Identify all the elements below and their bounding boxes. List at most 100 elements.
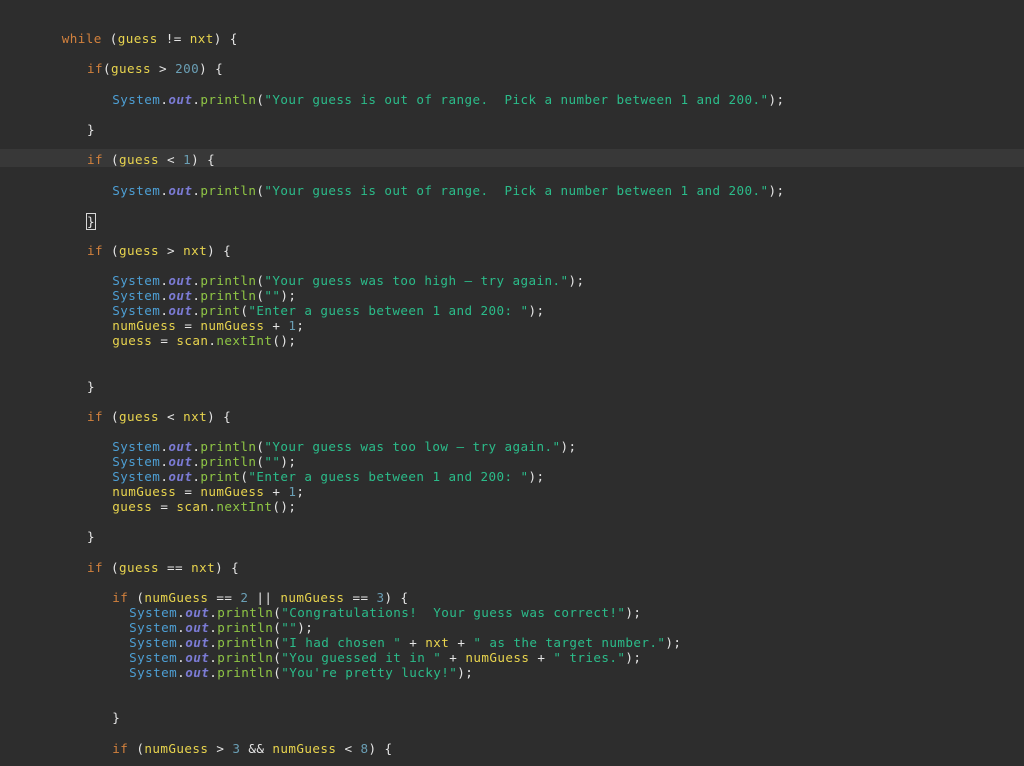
- token-keyword: if: [112, 590, 129, 605]
- token-var: scan: [176, 499, 209, 514]
- token-var: nxt: [189, 31, 214, 46]
- token-var: numGuess: [200, 484, 265, 499]
- token-var: nxt: [191, 560, 216, 575]
- code-line[interactable]: System.out.println("Congratulations! You…: [0, 605, 1024, 620]
- token-punct: ();: [272, 333, 297, 348]
- token-plain: (: [103, 152, 120, 167]
- code-line[interactable]: }: [0, 122, 1024, 137]
- code-line[interactable]: if (guess < 1) {: [0, 152, 1024, 167]
- token-var: guess: [112, 499, 153, 514]
- token-keyword: if: [87, 560, 104, 575]
- token-string: "Your guess is out of range. Pick a numb…: [264, 183, 769, 198]
- token-punct: );: [768, 183, 785, 198]
- code-line[interactable]: }: [0, 710, 1024, 725]
- token-var: numGuess: [112, 318, 177, 333]
- code-line[interactable]: System.out.println("Your guess is out of…: [0, 92, 1024, 107]
- token-var: numGuess: [280, 590, 345, 605]
- token-plain: }: [87, 379, 96, 394]
- token-var: guess: [119, 560, 160, 575]
- token-class: System: [129, 605, 178, 620]
- token-var: scan: [176, 333, 209, 348]
- token-plain: ) {: [368, 741, 393, 756]
- code-line[interactable]: numGuess = numGuess + 1;: [0, 484, 1024, 499]
- token-plain: ) {: [215, 560, 240, 575]
- token-var: guess: [119, 243, 160, 258]
- token-op: +: [529, 650, 554, 665]
- token-var: guess: [119, 409, 160, 424]
- token-method: nextInt: [216, 499, 273, 514]
- token-class: System: [112, 439, 161, 454]
- code-line[interactable]: System.out.println("");: [0, 620, 1024, 635]
- token-op: =: [152, 333, 177, 348]
- token-op: =: [176, 318, 201, 333]
- code-line[interactable]: if (guess > nxt) {: [0, 243, 1024, 258]
- token-op: +: [264, 484, 289, 499]
- code-line[interactable]: System.out.println("You guessed it in " …: [0, 650, 1024, 665]
- code-line[interactable]: if (guess == nxt) {: [0, 560, 1024, 575]
- token-var: nxt: [425, 635, 450, 650]
- token-class: System: [112, 183, 161, 198]
- code-line[interactable]: System.out.println("");: [0, 454, 1024, 469]
- token-plain: ) {: [207, 243, 232, 258]
- code-line[interactable]: while (guess != nxt) {: [0, 31, 1024, 46]
- code-line[interactable]: System.out.print("Enter a guess between …: [0, 303, 1024, 318]
- code-line[interactable]: if (guess < nxt) {: [0, 409, 1024, 424]
- token-class: System: [129, 620, 178, 635]
- code-line[interactable]: }: [0, 379, 1024, 394]
- code-line[interactable]: System.out.println("Your guess was too l…: [0, 439, 1024, 454]
- code-line[interactable]: if(guess > 200) {: [0, 61, 1024, 76]
- token-keyword: if: [87, 409, 104, 424]
- token-method: nextInt: [216, 333, 273, 348]
- code-line[interactable]: System.out.println("Your guess was too h…: [0, 273, 1024, 288]
- code-line[interactable]: guess = scan.nextInt();: [0, 333, 1024, 348]
- token-field: out: [185, 620, 210, 635]
- token-var: numGuess: [144, 741, 209, 756]
- token-var: guess: [117, 31, 158, 46]
- token-plain: (: [101, 31, 118, 46]
- token-punct: );: [768, 92, 785, 107]
- token-keyword: if: [112, 741, 129, 756]
- token-var: numGuess: [112, 484, 177, 499]
- code-line[interactable]: System.out.println("You're pretty lucky!…: [0, 665, 1024, 680]
- token-punct: ;: [296, 318, 305, 333]
- code-line[interactable]: if (numGuess == 2 || numGuess == 3) {: [0, 590, 1024, 605]
- code-line[interactable]: }: [0, 529, 1024, 544]
- token-var: guess: [112, 333, 153, 348]
- token-method: println: [217, 620, 274, 635]
- token-field: out: [168, 183, 193, 198]
- code-line[interactable]: System.out.println("I had chosen " + nxt…: [0, 635, 1024, 650]
- token-method: println: [200, 92, 257, 107]
- token-field: out: [185, 665, 210, 680]
- token-plain: (: [103, 409, 120, 424]
- token-string: "Your guess was too high — try again.": [264, 273, 569, 288]
- token-keyword: while: [61, 31, 102, 46]
- code-line[interactable]: numGuess = numGuess + 1;: [0, 318, 1024, 333]
- token-punct: );: [280, 454, 297, 469]
- code-line[interactable]: if (numGuess > 3 && numGuess < 8) {: [0, 741, 1024, 756]
- token-punct: );: [528, 303, 545, 318]
- token-op: =: [176, 484, 201, 499]
- token-punct: .: [177, 665, 186, 680]
- token-class: System: [112, 92, 161, 107]
- code-line[interactable]: System.out.println("");: [0, 288, 1024, 303]
- token-string: " tries.": [553, 650, 626, 665]
- code-line[interactable]: }: [0, 213, 1024, 230]
- token-punct: );: [457, 665, 474, 680]
- token-plain: ) {: [384, 590, 409, 605]
- code-editor-viewport[interactable]: while (guess != nxt) {if(guess > 200) {S…: [0, 0, 1024, 766]
- token-keyword: if: [87, 243, 104, 258]
- token-string: "": [264, 454, 281, 469]
- token-string: "I had chosen ": [281, 635, 402, 650]
- token-op: >: [151, 61, 176, 76]
- token-var: numGuess: [144, 590, 209, 605]
- token-punct: );: [528, 469, 545, 484]
- code-line[interactable]: System.out.print("Enter a guess between …: [0, 469, 1024, 484]
- token-field: out: [168, 303, 193, 318]
- token-punct: .: [177, 635, 186, 650]
- token-method: println: [217, 605, 274, 620]
- code-line[interactable]: guess = scan.nextInt();: [0, 499, 1024, 514]
- token-punct: ;: [296, 484, 305, 499]
- token-field: out: [168, 454, 193, 469]
- token-num: 200: [175, 61, 200, 76]
- code-line[interactable]: System.out.println("Your guess is out of…: [0, 183, 1024, 198]
